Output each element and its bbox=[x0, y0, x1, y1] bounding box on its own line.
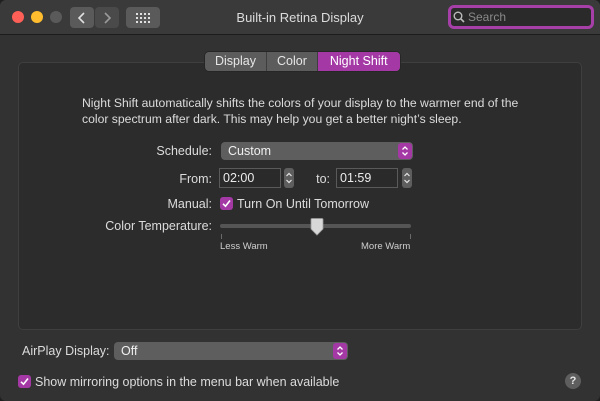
slider-tick bbox=[221, 234, 222, 239]
checkmark-icon bbox=[222, 200, 231, 208]
slider-tick bbox=[410, 234, 411, 239]
search-field[interactable] bbox=[448, 5, 594, 29]
to-label: to: bbox=[316, 172, 330, 186]
updown-arrows-icon bbox=[398, 143, 412, 159]
to-time-stepper[interactable] bbox=[402, 168, 412, 188]
updown-arrows-icon bbox=[404, 172, 410, 184]
from-label: From: bbox=[179, 172, 212, 186]
manual-label: Manual: bbox=[167, 197, 212, 211]
system-preferences-window: Built-in Retina Display Display Color Ni… bbox=[0, 0, 600, 401]
search-icon bbox=[453, 11, 465, 23]
less-warm-label: Less Warm bbox=[220, 241, 268, 252]
schedule-label: Schedule: bbox=[156, 144, 212, 158]
to-time-field[interactable]: 01:59 bbox=[336, 168, 398, 188]
close-button[interactable] bbox=[12, 11, 24, 23]
more-warm-label: More Warm bbox=[361, 241, 411, 252]
tab-night-shift[interactable]: Night Shift bbox=[317, 52, 400, 71]
show-all-button[interactable] bbox=[126, 7, 160, 28]
color-temperature-slider-knob[interactable] bbox=[310, 218, 324, 239]
forward-button[interactable] bbox=[95, 7, 119, 28]
tab-bar: Display Color Night Shift bbox=[205, 52, 400, 71]
help-button[interactable]: ? bbox=[565, 373, 581, 389]
show-mirroring-options-checkbox[interactable] bbox=[18, 375, 31, 388]
turn-on-until-tomorrow-checkbox[interactable] bbox=[220, 197, 233, 210]
updown-arrows-icon bbox=[333, 343, 347, 359]
from-time-field[interactable]: 02:00 bbox=[219, 168, 281, 188]
checkmark-icon bbox=[20, 378, 29, 386]
from-time-stepper[interactable] bbox=[284, 168, 294, 188]
tab-color[interactable]: Color bbox=[267, 52, 318, 71]
night-shift-description: Night Shift automatically shifts the col… bbox=[82, 96, 519, 126]
zoom-button[interactable] bbox=[50, 11, 62, 23]
chevron-right-icon bbox=[104, 11, 112, 24]
schedule-popup[interactable]: Custom bbox=[221, 142, 413, 160]
window-title: Built-in Retina Display bbox=[236, 10, 364, 25]
grid-icon bbox=[136, 12, 150, 23]
turn-on-until-tomorrow-label: Turn On Until Tomorrow bbox=[237, 197, 369, 211]
title-bar: Built-in Retina Display bbox=[0, 0, 600, 35]
airplay-display-popup[interactable]: Off bbox=[114, 342, 348, 360]
show-mirroring-options-label: Show mirroring options in the menu bar w… bbox=[35, 375, 340, 389]
color-temperature-label: Color Temperature: bbox=[105, 219, 212, 233]
airplay-display-label: AirPlay Display: bbox=[22, 344, 110, 358]
minimize-button[interactable] bbox=[31, 11, 43, 23]
updown-arrows-icon bbox=[286, 172, 292, 184]
airplay-display-value: Off bbox=[121, 344, 138, 358]
schedule-value: Custom bbox=[228, 144, 272, 158]
search-input[interactable] bbox=[468, 10, 586, 24]
back-button[interactable] bbox=[70, 7, 94, 28]
tab-display[interactable]: Display bbox=[205, 52, 267, 71]
chevron-left-icon bbox=[77, 11, 85, 24]
